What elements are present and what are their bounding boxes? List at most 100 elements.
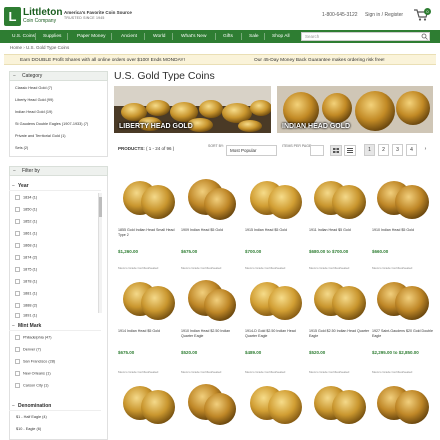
site-logo[interactable]: L Littleton Coin Company bbox=[4, 7, 62, 26]
sign-in-link[interactable]: Sign in / Register bbox=[365, 12, 403, 18]
coin-image[interactable] bbox=[309, 271, 370, 329]
product-name[interactable]: 1911 Indian Head $5 Gold bbox=[309, 228, 370, 233]
checkbox[interactable] bbox=[15, 303, 20, 308]
category-item[interactable]: Indian Head Gold (19) bbox=[15, 110, 52, 114]
page-1[interactable]: 1 bbox=[364, 144, 375, 156]
checkbox[interactable] bbox=[15, 359, 20, 364]
nav-ancient[interactable]: Ancient bbox=[121, 30, 137, 43]
coin-image[interactable] bbox=[372, 271, 433, 329]
coin-image[interactable] bbox=[181, 375, 242, 433]
checkbox[interactable] bbox=[15, 195, 20, 200]
nav-sale[interactable]: Sale bbox=[249, 30, 259, 43]
category-item[interactable]: Liberty Head Gold (99) bbox=[15, 98, 53, 102]
breadcrumb[interactable]: Home › U.S. Gold Type Coins bbox=[10, 45, 69, 50]
phone-number[interactable]: 1-800-645-3122 bbox=[322, 12, 358, 18]
category-header[interactable]: − Category bbox=[9, 71, 108, 81]
product-name[interactable]: 1910 Indian Head $5 Gold bbox=[372, 228, 433, 233]
checkbox[interactable] bbox=[15, 347, 20, 352]
year-option[interactable]: 1888 (2) bbox=[15, 303, 37, 309]
year-option[interactable]: 1852 (1) bbox=[15, 219, 37, 225]
filter-header[interactable]: − Filter by bbox=[9, 166, 108, 176]
year-option[interactable]: 1881 (1) bbox=[15, 291, 37, 297]
mint-filter-header[interactable]: − Mint Mark bbox=[9, 321, 101, 331]
promo-right[interactable]: Our 45-Day Money Back Guarantee makes or… bbox=[254, 58, 385, 63]
year-option[interactable]: 1878 (1) bbox=[15, 279, 37, 285]
indian-head-banner[interactable]: INDIAN HEAD GOLD bbox=[277, 86, 433, 133]
coin-image[interactable] bbox=[118, 170, 179, 228]
checkbox[interactable] bbox=[15, 383, 20, 388]
year-scrollbar[interactable] bbox=[98, 193, 102, 313]
mint-option[interactable]: New Orleans (1) bbox=[15, 371, 51, 377]
mint-option[interactable]: Carson City (1) bbox=[15, 383, 49, 389]
denomination-option[interactable]: $1 - Half Eagle (4) bbox=[16, 415, 47, 419]
coin-image[interactable] bbox=[309, 375, 370, 433]
coin-image[interactable] bbox=[372, 170, 433, 228]
nav-paper-money[interactable]: Paper Money bbox=[77, 30, 106, 43]
grid-view-button[interactable] bbox=[330, 145, 342, 156]
page-2[interactable]: 2 bbox=[378, 144, 389, 156]
product-name[interactable]: 1855 Gold Indian Head Small Head Type 2 bbox=[118, 228, 179, 237]
checkbox[interactable] bbox=[15, 243, 20, 248]
checkbox[interactable] bbox=[15, 219, 20, 224]
nav-supplies[interactable]: Supplies bbox=[43, 30, 61, 43]
checkbox[interactable] bbox=[15, 335, 20, 340]
coin-image[interactable] bbox=[118, 271, 179, 329]
sort-select[interactable]: Most Popular bbox=[226, 145, 277, 156]
checkbox[interactable] bbox=[15, 255, 20, 260]
product-name[interactable]: 1927 Saint-Gaudens $20 Gold Double Eagle bbox=[372, 329, 433, 338]
checkbox[interactable] bbox=[15, 291, 20, 296]
mint-option[interactable]: San Francisco (28) bbox=[15, 359, 55, 365]
coin-image[interactable] bbox=[245, 271, 306, 329]
checkbox[interactable] bbox=[15, 371, 20, 376]
mint-option[interactable]: Philadelphia (47) bbox=[15, 335, 52, 341]
search-icon[interactable] bbox=[421, 33, 428, 40]
category-item[interactable]: Classic Head Gold (7) bbox=[15, 86, 52, 90]
checkbox[interactable] bbox=[15, 267, 20, 272]
coin-image[interactable] bbox=[245, 170, 306, 228]
category-item[interactable]: St Gaudens Double Eagles (1907-1933) (7) bbox=[15, 122, 88, 126]
mint-option[interactable]: Denver (7) bbox=[15, 347, 41, 353]
liberty-head-banner[interactable]: LIBERTY HEAD GOLD bbox=[114, 86, 271, 133]
denomination-option[interactable]: $10 - Eagle (6) bbox=[16, 427, 41, 431]
product-name[interactable]: 1909 Indian Head $5 Gold bbox=[181, 228, 242, 233]
product-name[interactable]: 1915 Gold $2.50 Indian Head Quarter Eagl… bbox=[309, 329, 370, 338]
checkbox[interactable] bbox=[15, 279, 20, 284]
denomination-filter-header[interactable]: − Denomination bbox=[9, 401, 101, 411]
coin-image[interactable] bbox=[245, 375, 306, 433]
product-name[interactable]: 1914 Indian Head $5 Gold bbox=[118, 329, 179, 334]
list-view-button[interactable] bbox=[344, 145, 356, 156]
coin-image[interactable] bbox=[309, 170, 370, 228]
page-3[interactable]: 3 bbox=[392, 144, 403, 156]
nav-gifts[interactable]: Gifts bbox=[223, 30, 233, 43]
year-option[interactable]: 1875 (1) bbox=[15, 267, 37, 273]
search-input[interactable]: Search bbox=[301, 32, 430, 41]
nav-whats-new[interactable]: What's New bbox=[181, 30, 206, 43]
nav-shop-all[interactable]: Shop All bbox=[272, 30, 290, 43]
checkbox[interactable] bbox=[15, 207, 20, 212]
checkbox[interactable] bbox=[15, 231, 20, 236]
year-option[interactable]: 1834 (1) bbox=[15, 195, 37, 201]
product-name[interactable]: 1915 Indian Head $5 Gold bbox=[245, 228, 306, 233]
page-4[interactable]: 4 bbox=[406, 144, 417, 156]
nav-us-coins[interactable]: U.S. Coins bbox=[12, 30, 35, 43]
promo-left[interactable]: Earn DOUBLE Profit Shares with all onlin… bbox=[20, 58, 185, 63]
coin-image[interactable] bbox=[181, 271, 242, 329]
year-option[interactable]: 1861 (1) bbox=[15, 231, 37, 237]
product-name[interactable]: 1910 Indian Head $2.50 Indian Quarter Ea… bbox=[181, 329, 242, 338]
product-name[interactable]: 1914-D Gold $2.50 Indian Head Quarter Ea… bbox=[245, 329, 306, 338]
scrollbar-thumb[interactable] bbox=[99, 197, 102, 217]
year-option[interactable]: 1868 (1) bbox=[15, 243, 37, 249]
coin-image[interactable] bbox=[181, 170, 242, 228]
year-option[interactable]: 1891 (1) bbox=[15, 313, 37, 319]
year-option[interactable]: 1874 (2) bbox=[15, 255, 37, 261]
nav-world[interactable]: World bbox=[153, 30, 165, 43]
year-filter-header[interactable]: − Year bbox=[9, 181, 101, 191]
category-item[interactable]: Private and Territorial Gold (1) bbox=[15, 134, 66, 138]
coin-image[interactable] bbox=[118, 375, 179, 433]
year-option[interactable]: 1850 (1) bbox=[15, 207, 37, 213]
next-page-icon[interactable]: › bbox=[420, 144, 431, 156]
coin-image[interactable] bbox=[372, 375, 433, 433]
checkbox[interactable] bbox=[15, 313, 20, 318]
category-item[interactable]: Sets (2) bbox=[15, 146, 28, 150]
per-page-select[interactable] bbox=[310, 145, 324, 156]
